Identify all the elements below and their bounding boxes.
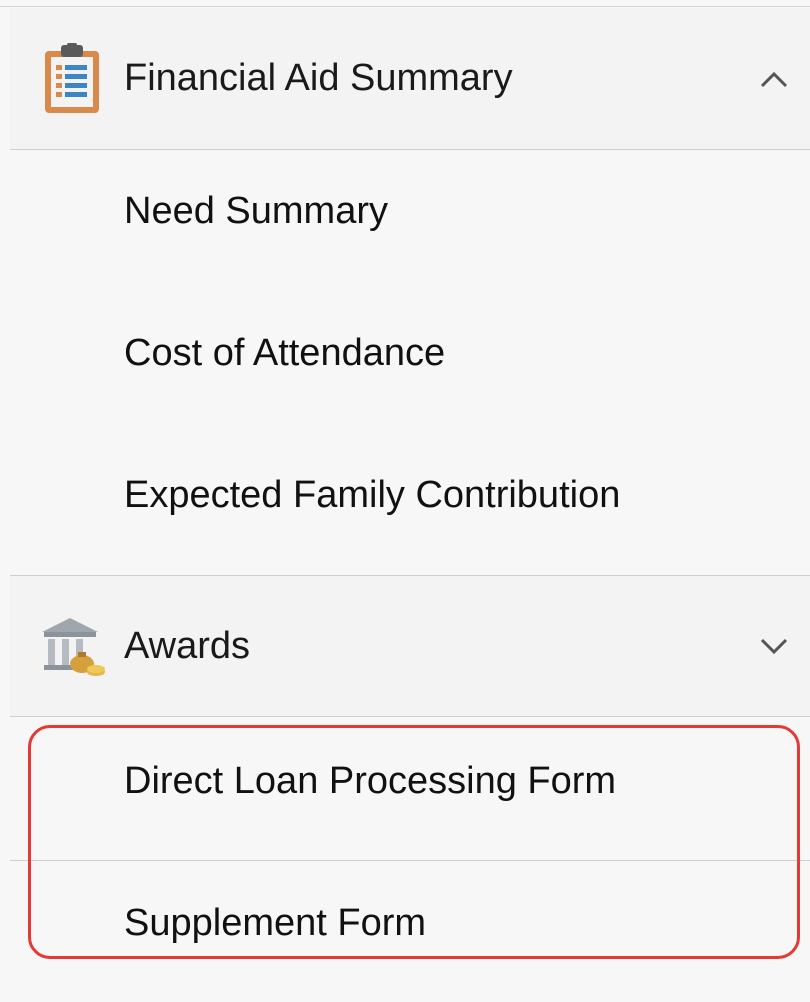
chevron-up-icon[interactable] — [756, 61, 792, 97]
menu-item-cost-of-attendance[interactable]: Cost of Attendance — [124, 332, 445, 375]
menu-item-expected-family-contribution[interactable]: Expected Family Contribution — [124, 474, 620, 517]
clipboard-list-icon — [38, 42, 106, 115]
menu-item-direct-loan-processing-form[interactable]: Direct Loan Processing Form — [124, 760, 616, 803]
navigation-menu: Financial Aid Summary Need Summary Cost … — [0, 0, 810, 1002]
section-title: Awards — [124, 624, 251, 667]
menu-item-need-summary[interactable]: Need Summary — [124, 190, 388, 233]
bank-money-icon — [38, 610, 106, 682]
section-header-financial-aid-summary[interactable]: Financial Aid Summary — [10, 8, 810, 150]
chevron-down-icon[interactable] — [756, 628, 792, 664]
menu-item-supplement-form[interactable]: Supplement Form — [124, 902, 426, 945]
item-divider — [10, 860, 810, 861]
top-divider — [0, 0, 810, 7]
section-header-awards[interactable]: Awards — [10, 575, 810, 717]
section-title: Financial Aid Summary — [124, 57, 513, 99]
